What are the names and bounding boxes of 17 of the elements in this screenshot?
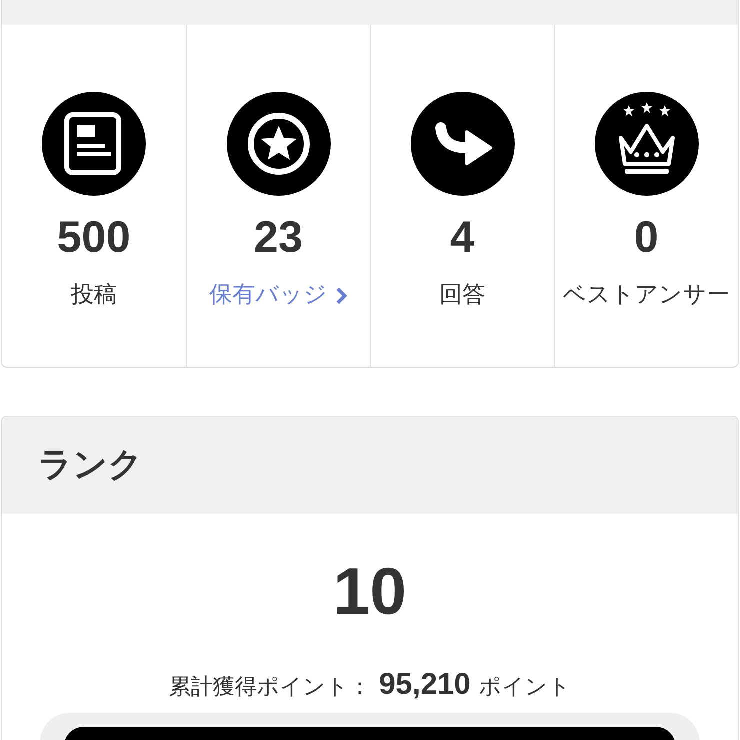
stat-label: 回答 [440,284,486,307]
card-title: ランク [38,444,143,487]
stat-label: 投稿 [71,284,117,307]
stat-value: 0 [634,216,659,260]
points-value: 95,210 [379,667,471,703]
stat-value: 4 [450,216,475,260]
article-icon [42,92,146,196]
star-badge-icon [226,92,330,196]
badges-link[interactable]: 保有バッジ [210,284,348,307]
points-label: 累計獲得ポイント： [169,674,372,702]
points-unit: ポイント [478,674,571,702]
stat-label: ベストアンサー [563,284,730,307]
chevron-right-icon [336,286,348,304]
stat-value: 23 [254,216,303,260]
stat-value: 500 [57,216,131,260]
rank-value: 10 [333,558,407,624]
crown-icon [594,92,698,196]
